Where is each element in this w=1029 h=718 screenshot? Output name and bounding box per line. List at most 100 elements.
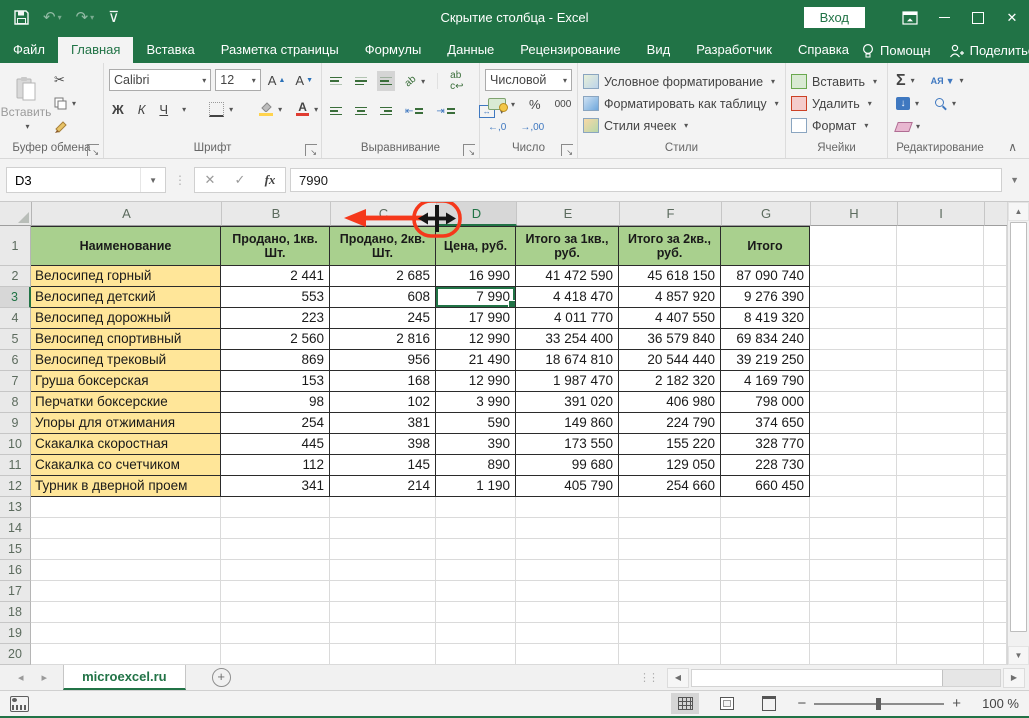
cell-H8[interactable] [810,392,897,413]
cell-F2[interactable]: 45 618 150 [619,266,721,287]
accounting-format-button[interactable]: ▾ [485,94,518,114]
cell-B17[interactable] [221,581,330,602]
percent-style-button[interactable]: % [526,94,544,114]
scroll-right-icon[interactable]: ▶ [1003,668,1025,688]
cell-styles-button[interactable]: Стили ячеек▾ [581,115,782,136]
dialog-launcher-number[interactable]: ↘ [561,144,573,156]
cell-B7[interactable]: 153 [221,371,330,392]
row-header-19[interactable]: 19 [0,623,31,644]
column-header-I[interactable]: I [898,202,985,226]
name-box-dropdown-icon[interactable]: ▼ [140,168,165,192]
cell-G14[interactable] [721,518,810,539]
cell-partial-13[interactable] [984,497,1007,518]
cell-B14[interactable] [221,518,330,539]
cell-I19[interactable] [897,623,984,644]
cell-G20[interactable] [721,644,810,665]
cell-partial-9[interactable] [984,413,1007,434]
increase-decimal-button[interactable]: ←,0 [485,117,509,137]
expand-formula-bar-icon[interactable]: ▼ [1006,175,1023,185]
row-header-10[interactable]: 10 [0,434,31,455]
minimize-button[interactable] [927,0,961,35]
row-header-16[interactable]: 16 [0,560,31,581]
cell-A16[interactable] [31,560,221,581]
cell-D19[interactable] [436,623,516,644]
cell-B8[interactable]: 98 [221,392,330,413]
cell-F9[interactable]: 224 790 [619,413,721,434]
row-header-18[interactable]: 18 [0,602,31,623]
row-header-14[interactable]: 14 [0,518,31,539]
cell-C8[interactable]: 102 [330,392,436,413]
cell-E11[interactable]: 99 680 [516,455,619,476]
cell-I11[interactable] [897,455,984,476]
view-page-layout-button[interactable] [713,693,741,714]
sheet-tab-active[interactable]: microexcel.ru [63,665,186,690]
cell-partial-1[interactable] [984,226,1007,266]
cell-C18[interactable] [330,602,436,623]
cell-D17[interactable] [436,581,516,602]
cell-H11[interactable] [810,455,897,476]
cell-I5[interactable] [897,329,984,350]
cell-B5[interactable]: 2 560 [221,329,330,350]
cell-I14[interactable] [897,518,984,539]
cell-C15[interactable] [330,539,436,560]
cell-F7[interactable]: 2 182 320 [619,371,721,392]
cell-G17[interactable] [721,581,810,602]
assistant-button[interactable]: Помощн [862,43,931,58]
cell-H4[interactable] [810,308,897,329]
cell-I2[interactable] [897,266,984,287]
cell-I9[interactable] [897,413,984,434]
cell-C11[interactable]: 145 [330,455,436,476]
align-right-icon[interactable] [377,101,395,121]
tab-view[interactable]: Вид [634,37,684,63]
align-center-icon[interactable] [352,101,370,121]
cell-H3[interactable] [810,287,897,308]
cell-D8[interactable]: 3 990 [436,392,516,413]
column-header-F[interactable]: F [620,202,722,226]
cell-A8[interactable]: Перчатки боксерские [31,392,221,413]
cell-A19[interactable] [31,623,221,644]
cell-F5[interactable]: 36 579 840 [619,329,721,350]
row-header-1[interactable]: 1 [0,226,31,266]
column-header-G[interactable]: G [722,202,811,226]
underline-button[interactable]: Ч [156,99,171,119]
cell-F11[interactable]: 129 050 [619,455,721,476]
increase-font-icon[interactable]: A▲ [265,70,289,90]
cell-F19[interactable] [619,623,721,644]
cell-A6[interactable]: Велосипед трековый [31,350,221,371]
row-header-13[interactable]: 13 [0,497,31,518]
bold-button[interactable]: Ж [109,99,127,119]
cell-G19[interactable] [721,623,810,644]
cell-H6[interactable] [810,350,897,371]
cell-G6[interactable]: 39 219 250 [721,350,810,371]
zoom-in-icon[interactable]: + [952,696,961,711]
tab-review[interactable]: Рецензирование [507,37,633,63]
cell-partial-11[interactable] [984,455,1007,476]
cell-E16[interactable] [516,560,619,581]
view-normal-button[interactable] [671,693,699,714]
cell-B1[interactable]: Продано, 1кв. Шт. [221,226,330,266]
cut-button[interactable]: ✂ [51,70,79,90]
zoom-out-icon[interactable]: − [797,696,806,711]
cell-A9[interactable]: Упоры для отжимания [31,413,221,434]
cell-D16[interactable] [436,560,516,581]
increase-indent-icon[interactable]: ⇥ [433,101,457,121]
cell-H19[interactable] [810,623,897,644]
borders-button[interactable]: ▾ [206,99,236,119]
cell-G2[interactable]: 87 090 740 [721,266,810,287]
cell-H20[interactable] [810,644,897,665]
cell-C13[interactable] [330,497,436,518]
row-header-2[interactable]: 2 [0,266,31,287]
cell-E17[interactable] [516,581,619,602]
row-header-7[interactable]: 7 [0,371,31,392]
cell-E4[interactable]: 4 011 770 [516,308,619,329]
column-header-A[interactable]: A [32,202,222,226]
cell-C1[interactable]: Продано, 2кв. Шт. [330,226,436,266]
dialog-launcher-font[interactable]: ↘ [305,144,317,156]
formula-input[interactable] [290,168,1002,192]
cell-C10[interactable]: 398 [330,434,436,455]
sign-in-button[interactable]: Вход [804,7,865,28]
prev-sheet-icon[interactable]: ◂ [18,671,24,684]
cell-H5[interactable] [810,329,897,350]
cell-F16[interactable] [619,560,721,581]
cell-A3[interactable]: Велосипед детский [31,287,221,308]
